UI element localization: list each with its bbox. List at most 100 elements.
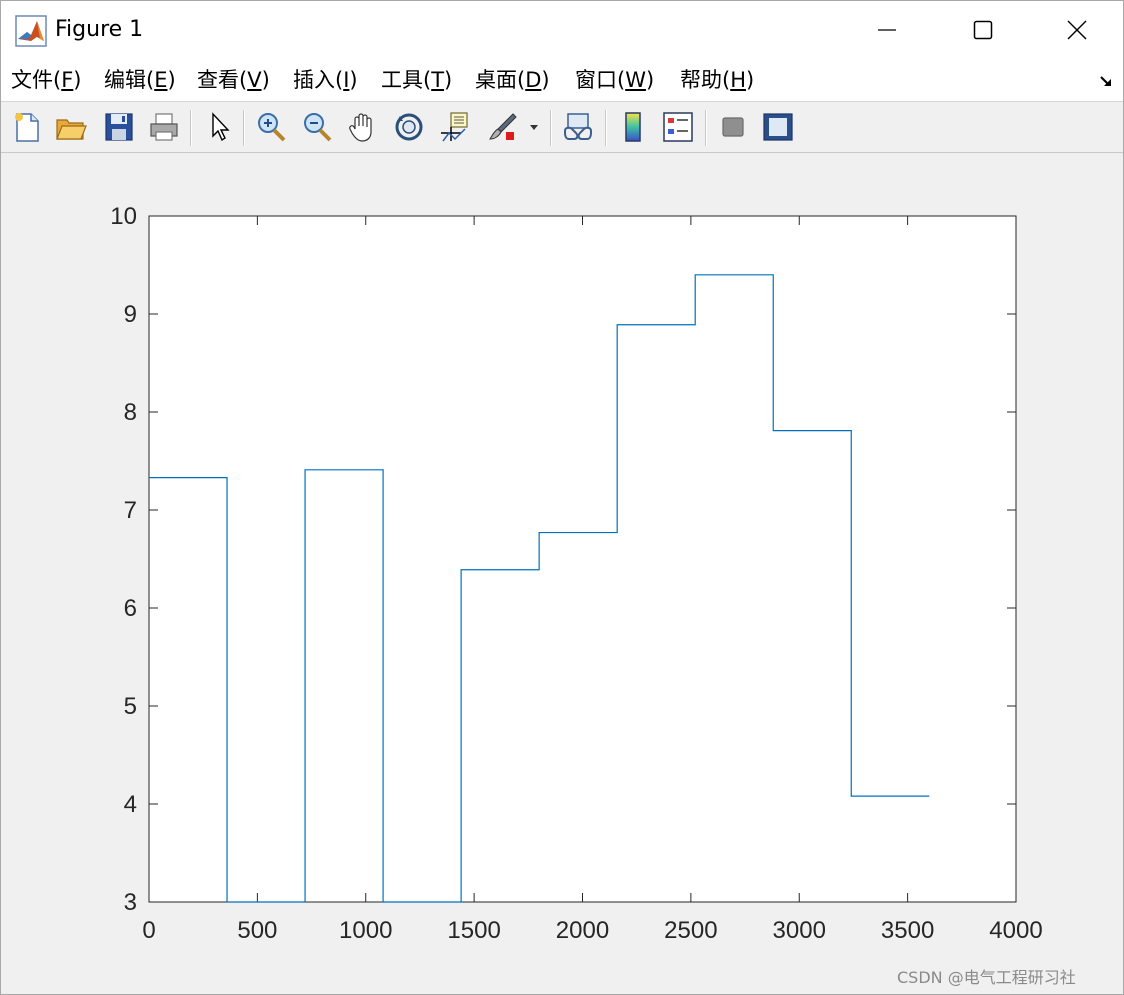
minimize-icon (878, 29, 896, 31)
menu-bar: 文件(F) 编辑(E) 查看(V) 插入(I) 工具(T) 桌面(D) 窗口(W… (1, 59, 1123, 102)
link-plot-button[interactable] (560, 108, 596, 146)
menu-file-label: 文件( (11, 68, 62, 92)
save-icon (105, 113, 133, 141)
open-file-button[interactable] (53, 108, 89, 146)
save-button[interactable] (101, 108, 137, 146)
pan-button[interactable] (345, 108, 381, 146)
y-tick-label: 8 (124, 399, 137, 426)
x-tick-label: 0 (142, 917, 155, 944)
link-plot-icon (564, 113, 592, 140)
print-icon (150, 113, 178, 141)
plot-axes[interactable]: 3 4 5 6 7 8 9 10 0 500 1000 1500 2000 2500 3000 3500 40… (1, 153, 1123, 994)
zoom-in-icon (258, 113, 286, 142)
menu-insert[interactable]: 插入(I) (293, 65, 358, 95)
legend-button[interactable] (660, 108, 696, 146)
pan-hand-icon (349, 113, 372, 142)
x-tick-label: 1000 (339, 917, 392, 944)
legend-icon (663, 112, 693, 142)
data-cursor-button[interactable] (437, 108, 473, 146)
menu-tools[interactable]: 工具(T) (381, 65, 452, 95)
edit-plot-arrow-icon (212, 112, 230, 142)
menu-desktop-key: D (525, 68, 542, 92)
toolbar-separator (605, 110, 607, 146)
y-tick-label: 3 (124, 889, 137, 916)
figure-toolbar (1, 102, 1123, 153)
menu-file[interactable]: 文件(F) (11, 65, 82, 95)
print-button[interactable] (146, 108, 182, 146)
figure-canvas[interactable]: 3 4 5 6 7 8 9 10 0 500 1000 1500 2000 2500 3000 3500 40… (1, 153, 1123, 994)
y-tick-label: 10 (110, 203, 137, 230)
x-tick-label: 500 (237, 917, 277, 944)
menu-window-suffix: ) (645, 68, 655, 92)
x-tick-label: 2000 (556, 917, 609, 944)
colorbar-button[interactable] (615, 108, 651, 146)
toolbar-separator (705, 110, 707, 146)
window-title: Figure 1 (55, 17, 144, 42)
menu-tools-suffix: ) (444, 68, 453, 92)
hide-plot-tools-button[interactable] (715, 108, 751, 146)
toolbar-separator (550, 110, 552, 146)
new-figure-icon (15, 113, 39, 142)
y-tick-label: 6 (124, 595, 137, 622)
y-tick-label: 4 (124, 791, 137, 818)
menu-edit-suffix: ) (167, 68, 176, 92)
toolbar-separator (190, 110, 192, 146)
x-tick-label: 2500 (664, 917, 717, 944)
y-tick-label: 5 (124, 693, 137, 720)
close-icon (1067, 20, 1087, 40)
new-figure-button[interactable] (9, 108, 45, 146)
dock-arrow-icon[interactable] (1099, 73, 1115, 89)
menu-desktop[interactable]: 桌面(D) (475, 65, 550, 95)
menu-help[interactable]: 帮助(H) (680, 65, 754, 95)
x-tick-label: 1500 (447, 917, 500, 944)
menu-view-key: V (247, 68, 262, 92)
menu-insert-label: 插入( (293, 68, 344, 92)
menu-view-label: 查看( (197, 68, 248, 92)
hide-plot-tools-icon (722, 117, 744, 137)
y-tick-label: 7 (124, 497, 137, 524)
menu-help-label: 帮助( (680, 68, 731, 92)
close-button[interactable] (1031, 1, 1123, 59)
y-tick-label: 9 (124, 301, 137, 328)
menu-tools-key: T (431, 68, 445, 92)
menu-window[interactable]: 窗口(W) (575, 65, 654, 95)
open-file-icon (56, 119, 87, 140)
colorbar-icon (625, 112, 641, 142)
minimize-button[interactable] (841, 1, 933, 59)
matlab-logo-icon (15, 15, 47, 47)
x-tick-label: 3000 (773, 917, 826, 944)
menu-window-key: W (625, 68, 646, 92)
menu-desktop-suffix: ) (541, 68, 550, 92)
zoom-out-button[interactable] (299, 108, 335, 146)
brush-icon (489, 113, 517, 140)
maximize-icon (973, 20, 993, 40)
menu-insert-suffix: ) (349, 68, 358, 92)
title-bar[interactable]: Figure 1 (1, 1, 1123, 59)
figure-window: Figure 1 文件(F) 编辑(E) 查看(V) 插入(I) 工具(T) 桌… (0, 0, 1124, 995)
axes-background (148, 215, 1017, 903)
maximize-button[interactable] (937, 1, 1029, 59)
watermark-text: CSDN @电气工程研习社 (897, 968, 1076, 987)
zoom-out-icon (304, 113, 332, 142)
chevron-down-icon (530, 125, 538, 130)
menu-view[interactable]: 查看(V) (197, 65, 270, 95)
menu-help-suffix: ) (746, 68, 755, 92)
zoom-in-button[interactable] (253, 108, 289, 146)
menu-edit-key: E (154, 68, 168, 92)
toolbar-separator (243, 110, 245, 146)
brush-dropdown-button[interactable] (525, 108, 543, 146)
show-plot-tools-icon (763, 113, 793, 141)
menu-file-suffix: ) (73, 68, 82, 92)
menu-help-key: H (730, 68, 746, 92)
menu-edit[interactable]: 编辑(E) (104, 65, 176, 95)
menu-file-key: F (61, 68, 74, 92)
show-plot-tools-button[interactable] (760, 108, 796, 146)
x-tick-label: 4000 (989, 917, 1042, 944)
menu-window-label: 窗口( (575, 68, 626, 92)
rotate-3d-button[interactable] (391, 108, 427, 146)
edit-plot-button[interactable] (201, 108, 237, 146)
x-tick-label: 3500 (881, 917, 934, 944)
brush-button[interactable] (485, 108, 521, 146)
rotate-3d-icon (395, 113, 423, 141)
menu-tools-label: 工具( (381, 68, 432, 92)
